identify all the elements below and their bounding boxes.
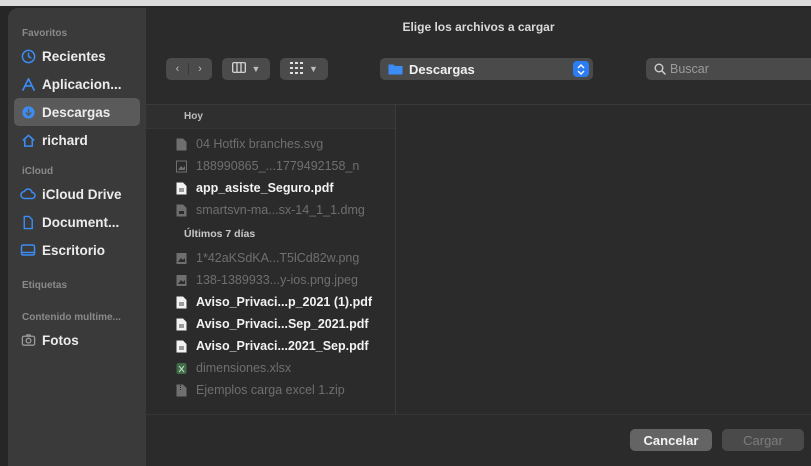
pdf-file-icon xyxy=(176,182,187,195)
pdf-file-icon xyxy=(176,318,187,331)
sidebar-section-favoritos: Favoritos xyxy=(22,28,68,39)
list-item[interactable]: Aviso_Privaci...Sep_2021.pdf xyxy=(146,313,395,335)
sidebar-item-label: Descargas xyxy=(42,104,111,120)
image-file-icon xyxy=(176,252,187,265)
columns-view-icon xyxy=(231,62,246,76)
search-input[interactable] xyxy=(670,62,800,76)
group-by-button[interactable]: ▼ xyxy=(280,58,328,80)
sidebar-item-icloud-drive[interactable]: iCloud Drive xyxy=(8,180,146,208)
view-mode-button[interactable]: ▼ xyxy=(222,58,270,80)
file-name: 138-1389933...y-ios.png.jpeg xyxy=(196,273,358,287)
list-item: 138-1389933...y-ios.png.jpeg xyxy=(146,269,395,291)
sidebar-item-documentos[interactable]: Document... xyxy=(8,208,146,236)
group-header-hoy: Hoy xyxy=(146,105,395,129)
sidebar-item-descargas[interactable]: Descargas xyxy=(14,98,140,126)
list-item: smartsvn-ma...sx-14_1_1.dmg xyxy=(146,199,395,221)
folder-icon xyxy=(388,63,403,75)
sidebar-item-label: Fotos xyxy=(42,332,79,348)
file-browser: Hoy 04 Hotfix branches.svg 188990865_...… xyxy=(146,104,811,415)
camera-icon xyxy=(20,332,36,348)
chevron-up-down-icon xyxy=(573,61,589,77)
file-name: smartsvn-ma...sx-14_1_1.dmg xyxy=(196,203,365,217)
file-open-dialog: Favoritos Recientes Aplicacion... Descar… xyxy=(0,0,811,466)
archive-icon xyxy=(176,384,187,397)
cancel-button[interactable]: Cancelar xyxy=(630,429,712,451)
back-forward-buttons[interactable]: ‹ › xyxy=(166,58,212,80)
file-name: 188990865_...1779492158_n xyxy=(196,159,360,173)
file-name: dimensiones.xlsx xyxy=(196,361,292,375)
sidebar-item-label: Escritorio xyxy=(42,242,106,258)
spreadsheet-icon xyxy=(176,362,187,375)
home-icon xyxy=(20,132,36,148)
group-header-ultimos-7-dias: Últimos 7 días xyxy=(184,228,256,240)
open-button[interactable]: Cargar xyxy=(722,429,804,451)
list-item: dimensiones.xlsx xyxy=(146,357,395,379)
file-name: app_asiste_Seguro.pdf xyxy=(196,181,334,195)
dialog-title: Elige los archivos a cargar xyxy=(402,20,555,34)
grid-group-icon xyxy=(290,61,304,77)
image-file-icon xyxy=(176,274,187,287)
cloud-icon xyxy=(20,186,36,202)
sidebar-section-etiquetas: Etiquetas xyxy=(22,280,68,291)
file-icon xyxy=(176,138,187,151)
clock-icon xyxy=(20,48,36,64)
image-file-icon xyxy=(176,160,187,173)
chevron-down-icon: ▼ xyxy=(309,64,318,74)
file-column[interactable]: Hoy 04 Hotfix branches.svg 188990865_...… xyxy=(146,105,396,415)
sidebar-item-label: Document... xyxy=(42,214,120,230)
sidebar-item-fotos[interactable]: Fotos xyxy=(8,326,146,354)
file-name: Aviso_Privaci...Sep_2021.pdf xyxy=(196,317,369,331)
sidebar-item-recientes[interactable]: Recientes xyxy=(8,42,146,70)
location-label: Descargas xyxy=(409,61,475,77)
downloads-icon xyxy=(20,104,36,120)
main-panel: Elige los archivos a cargar ‹ › ▼ ▼ Desc… xyxy=(146,8,811,466)
disk-image-icon xyxy=(176,204,187,217)
document-icon xyxy=(20,214,36,230)
file-name: Aviso_Privaci...2021_Sep.pdf xyxy=(196,339,369,353)
sidebar-item-label: Recientes xyxy=(42,48,106,64)
list-item: Ejemplos carga excel 1.zip xyxy=(146,379,395,401)
location-popup[interactable]: Descargas xyxy=(380,58,593,80)
chevron-down-icon: ▼ xyxy=(251,64,261,74)
sidebar-item-label: Aplicacion... xyxy=(42,76,122,92)
list-item[interactable]: Aviso_Privaci...2021_Sep.pdf xyxy=(146,335,395,357)
sidebar: Favoritos Recientes Aplicacion... Descar… xyxy=(8,8,146,466)
sidebar-item-escritorio[interactable]: Escritorio xyxy=(8,236,146,264)
list-item: 188990865_...1779492158_n xyxy=(146,155,395,177)
dialog-footer: Cancelar Cargar xyxy=(146,414,811,466)
desktop-icon xyxy=(20,242,36,258)
list-item[interactable]: Aviso_Privaci...p_2021 (1).pdf xyxy=(146,291,395,313)
file-name: 1*42aKSdKA...T5lCd82w.png xyxy=(196,251,360,265)
toolbar: ‹ › ▼ ▼ Descargas xyxy=(146,56,811,84)
file-name: Ejemplos carga excel 1.zip xyxy=(196,383,345,397)
sidebar-item-aplicaciones[interactable]: Aplicacion... xyxy=(8,70,146,98)
chevron-right-icon[interactable]: › xyxy=(189,63,211,75)
sidebar-section-icloud: iCloud xyxy=(22,166,54,177)
sidebar-section-contenido-multimedia: Contenido multime... xyxy=(22,312,121,323)
list-item: 04 Hotfix branches.svg xyxy=(146,133,395,155)
window-top-edge xyxy=(0,0,811,6)
sidebar-item-richard[interactable]: richard xyxy=(8,126,146,154)
file-name: Aviso_Privaci...p_2021 (1).pdf xyxy=(196,295,373,309)
search-field[interactable] xyxy=(646,58,811,80)
chevron-left-icon[interactable]: ‹ xyxy=(167,63,189,75)
applications-icon xyxy=(20,76,36,92)
list-item: 1*42aKSdKA...T5lCd82w.png xyxy=(146,247,395,269)
list-item[interactable]: app_asiste_Seguro.pdf xyxy=(146,177,395,199)
pdf-file-icon xyxy=(176,340,187,353)
sidebar-item-label: richard xyxy=(42,132,88,148)
file-name: 04 Hotfix branches.svg xyxy=(196,137,324,151)
sidebar-item-label: iCloud Drive xyxy=(42,186,122,202)
pdf-file-icon xyxy=(176,296,187,309)
search-icon xyxy=(654,63,666,75)
